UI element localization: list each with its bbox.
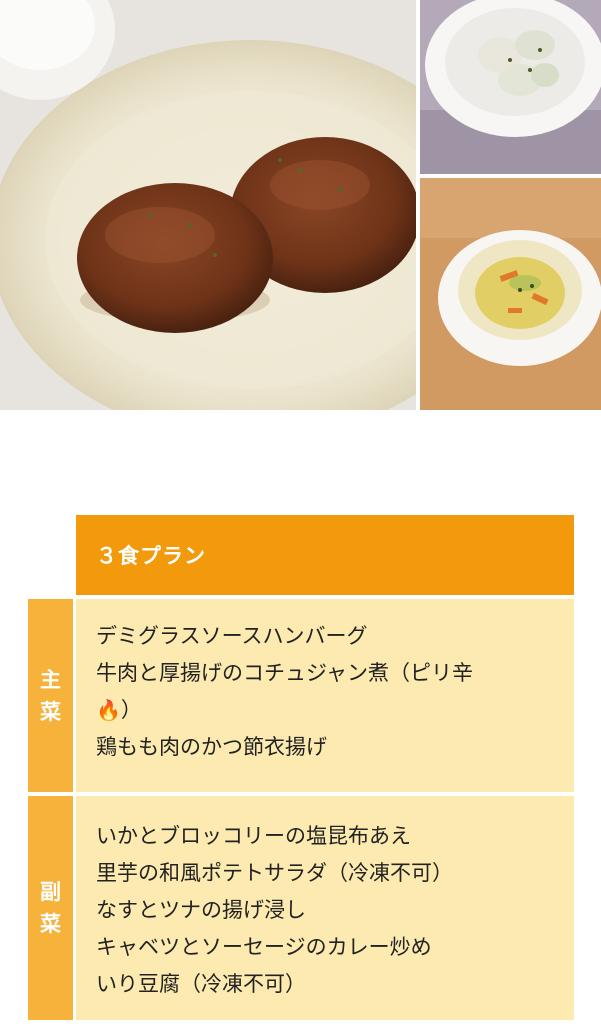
list-item: いり豆腐（冷凍不可） <box>96 972 306 996</box>
list-item: 牛肉と厚揚げのコチュジャン煮（ピリ辛 <box>96 661 473 685</box>
category-char: 菜 <box>40 699 61 724</box>
list-item: デミグラスソースハンバーグ <box>96 624 368 648</box>
side-dish-list: いかとブロッコリーの塩昆布あえ 里芋の和風ポテトサラダ（冷凍不可） なすとツナの… <box>76 796 574 1020</box>
list-item: 鶏もも肉のかつ節衣揚げ <box>96 735 327 759</box>
main-dish-list: デミグラスソースハンバーグ 牛肉と厚揚げのコチュジャン煮（ピリ辛 🔥） 鶏もも肉… <box>76 599 574 792</box>
category-char: 主 <box>40 667 61 692</box>
main-dish-row: 主 菜 デミグラスソースハンバーグ 牛肉と厚揚げのコチュジャン煮（ピリ辛 🔥） … <box>28 599 574 792</box>
photo-gallery <box>0 0 601 410</box>
list-item: なすとツナの揚げ浸し <box>96 898 306 922</box>
side-dish-row: 副 菜 いかとブロッコリーの塩昆布あえ 里芋の和風ポテトサラダ（冷凍不可） なす… <box>28 796 574 1020</box>
category-char: 副 <box>40 880 61 904</box>
list-item: いかとブロッコリーの塩昆布あえ <box>96 824 411 848</box>
list-item: 里芋の和風ポテトサラダ（冷凍不可） <box>96 861 453 885</box>
category-char: 菜 <box>40 912 61 936</box>
list-item-tail: ） <box>120 698 142 722</box>
list-item: キャベツとソーセージのカレー炒め <box>96 935 432 959</box>
list-item-continuation: 🔥） <box>96 692 554 729</box>
plan-title: ３食プラン <box>96 544 206 568</box>
main-dish-category-label: 主 菜 <box>28 599 73 792</box>
squid-broccoli-photo <box>420 0 601 174</box>
cabbage-curry-photo <box>420 178 601 410</box>
side-dish-category-label: 副 菜 <box>28 796 73 1020</box>
fire-icon: 🔥 <box>96 698 121 722</box>
plan-header: ３食プラン <box>76 515 574 595</box>
hamburg-steak-photo <box>0 0 416 410</box>
